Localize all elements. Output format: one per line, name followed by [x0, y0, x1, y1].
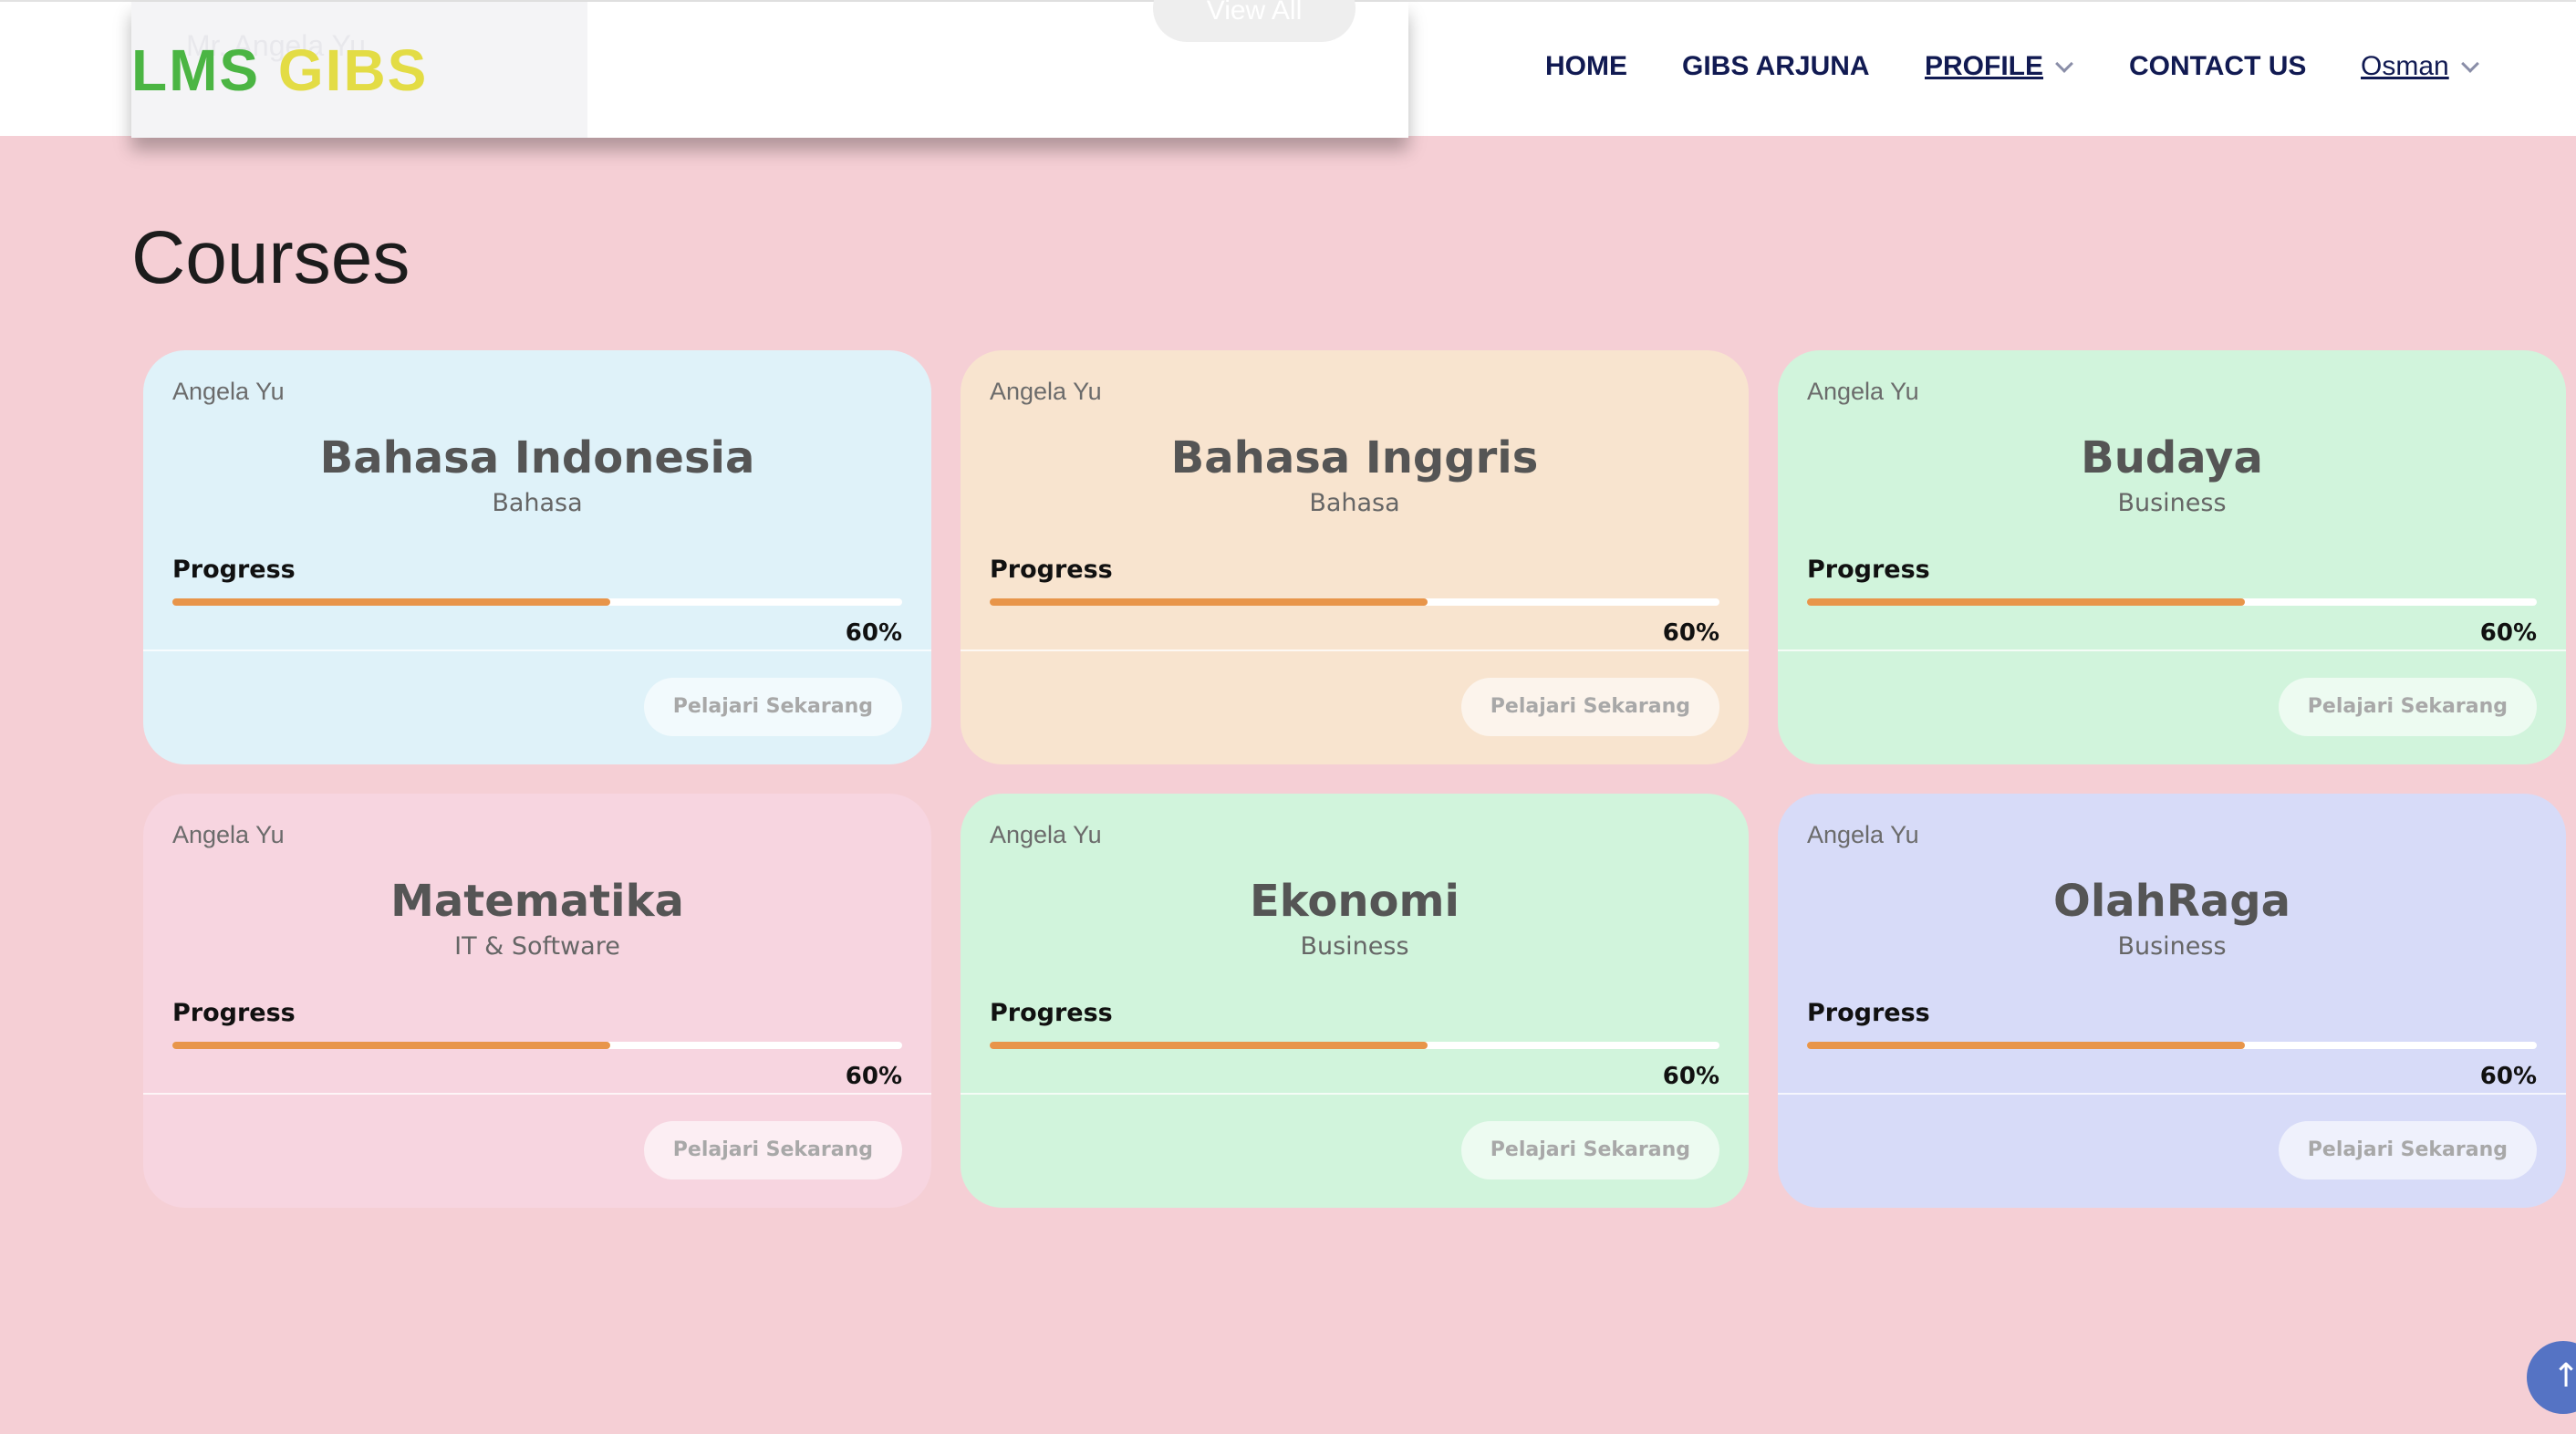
course-card[interactable]: Angela Yu Bahasa Indonesia Bahasa Progress 6… [143, 350, 931, 764]
course-category: Business [2117, 932, 2227, 961]
course-title: OlahRaga [2053, 876, 2290, 927]
progress-percent: 60% [2479, 1063, 2537, 1090]
course-author: Angela Yu [172, 378, 285, 405]
nav-profile[interactable]: PROFILE [1925, 51, 2073, 82]
progress-fill [172, 1042, 610, 1049]
chevron-down-icon [2055, 55, 2073, 73]
card-divider [143, 1093, 931, 1095]
course-title: Bahasa Indonesia [319, 432, 755, 483]
card-divider [1778, 1093, 2566, 1095]
course-author: Angela Yu [1807, 378, 1919, 405]
progress-track [172, 598, 902, 606]
progress-fill [990, 598, 1428, 606]
progress-percent: 60% [1662, 1063, 1719, 1090]
course-author: Angela Yu [172, 821, 285, 848]
course-card[interactable]: Angela Yu Ekonomi Business Progress 60% Pelaj… [961, 794, 1749, 1208]
nav-gibs-arjuna-label: GIBS ARJUNA [1682, 51, 1870, 81]
progress-label: Progress [1807, 556, 1930, 584]
progress-label: Progress [990, 556, 1113, 584]
course-author: Angela Yu [990, 821, 1102, 848]
learn-now-button[interactable]: Pelajari Sekarang [1460, 678, 1719, 736]
nav-home-label: HOME [1545, 51, 1627, 81]
progress-fill [990, 1042, 1428, 1049]
course-card[interactable]: Angela Yu Matematika IT & Software Progress… [143, 794, 931, 1208]
progress-fill [1807, 1042, 2245, 1049]
course-category: Bahasa [1309, 489, 1400, 517]
view-all-button[interactable]: View All [1153, 0, 1356, 42]
course-category: Business [1300, 932, 1409, 961]
course-title: Budaya [2081, 432, 2263, 483]
progress-track [990, 1042, 1719, 1049]
page: Mr. Angela Yu View All LMS GIBS HOME GIBS… [0, 0, 2576, 1434]
progress-percent: 60% [2479, 619, 2537, 647]
progress-label: Progress [172, 556, 296, 584]
progress-percent: 60% [1662, 619, 1719, 647]
card-divider [143, 649, 931, 651]
progress-track [990, 598, 1719, 606]
course-card[interactable]: Angela Yu Bahasa Inggris Bahasa Progress 60%… [961, 350, 1749, 764]
nav-user-menu-label: Osman [2361, 51, 2449, 81]
learn-now-button[interactable]: Pelajari Sekarang [1460, 1121, 1719, 1179]
learn-now-button[interactable]: Pelajari Sekarang [643, 1121, 902, 1179]
course-title: Bahasa Inggris [1170, 432, 1539, 483]
learn-now-button[interactable]: Pelajari Sekarang [643, 678, 902, 736]
progress-label: Progress [990, 999, 1113, 1027]
progress-fill [1807, 598, 2245, 606]
progress-track [172, 1042, 902, 1049]
progress-label: Progress [1807, 999, 1930, 1027]
nav-gibs-arjuna[interactable]: GIBS ARJUNA [1682, 51, 1870, 82]
course-title: Matematika [390, 876, 684, 927]
course-title: Ekonomi [1249, 876, 1459, 927]
chevron-down-icon [2460, 55, 2479, 73]
learn-now-button[interactable]: Pelajari Sekarang [2278, 678, 2537, 736]
course-author: Angela Yu [1807, 821, 1919, 848]
card-divider [961, 1093, 1749, 1095]
scroll-to-top-button[interactable]: ↑ [2527, 1341, 2576, 1414]
progress-fill [172, 598, 610, 606]
progress-percent: 60% [845, 619, 902, 647]
course-card[interactable]: Angela Yu OlahRaga Business Progress 60% Pela… [1778, 794, 2566, 1208]
nav-contact-us-label: CONTACT US [2129, 51, 2307, 81]
site-header: Mr. Angela Yu View All LMS GIBS HOME GIBS… [0, 0, 2576, 138]
progress-percent: 60% [845, 1063, 902, 1090]
card-divider [1778, 649, 2566, 651]
course-card[interactable]: Angela Yu Budaya Business Progress 60% Pelaja… [1778, 350, 2566, 764]
progress-track [1807, 598, 2537, 606]
progress-track [1807, 1042, 2537, 1049]
nav-profile-label: PROFILE [1925, 51, 2044, 81]
nav-user-menu[interactable]: Osman [2361, 51, 2479, 82]
courses-heading: Courses [131, 216, 410, 299]
course-category: Bahasa [492, 489, 583, 517]
course-author: Angela Yu [990, 378, 1102, 405]
main-nav: HOME GIBS ARJUNA PROFILE CONTACT US Osman [0, 51, 2576, 91]
course-category: IT & Software [454, 932, 620, 961]
arrow-up-icon: ↑ [2552, 1357, 2576, 1395]
learn-now-button[interactable]: Pelajari Sekarang [2278, 1121, 2537, 1179]
course-category: Business [2117, 489, 2227, 517]
nav-contact-us[interactable]: CONTACT US [2129, 51, 2306, 82]
nav-home[interactable]: HOME [1545, 51, 1627, 82]
card-divider [961, 649, 1749, 651]
progress-label: Progress [172, 999, 296, 1027]
